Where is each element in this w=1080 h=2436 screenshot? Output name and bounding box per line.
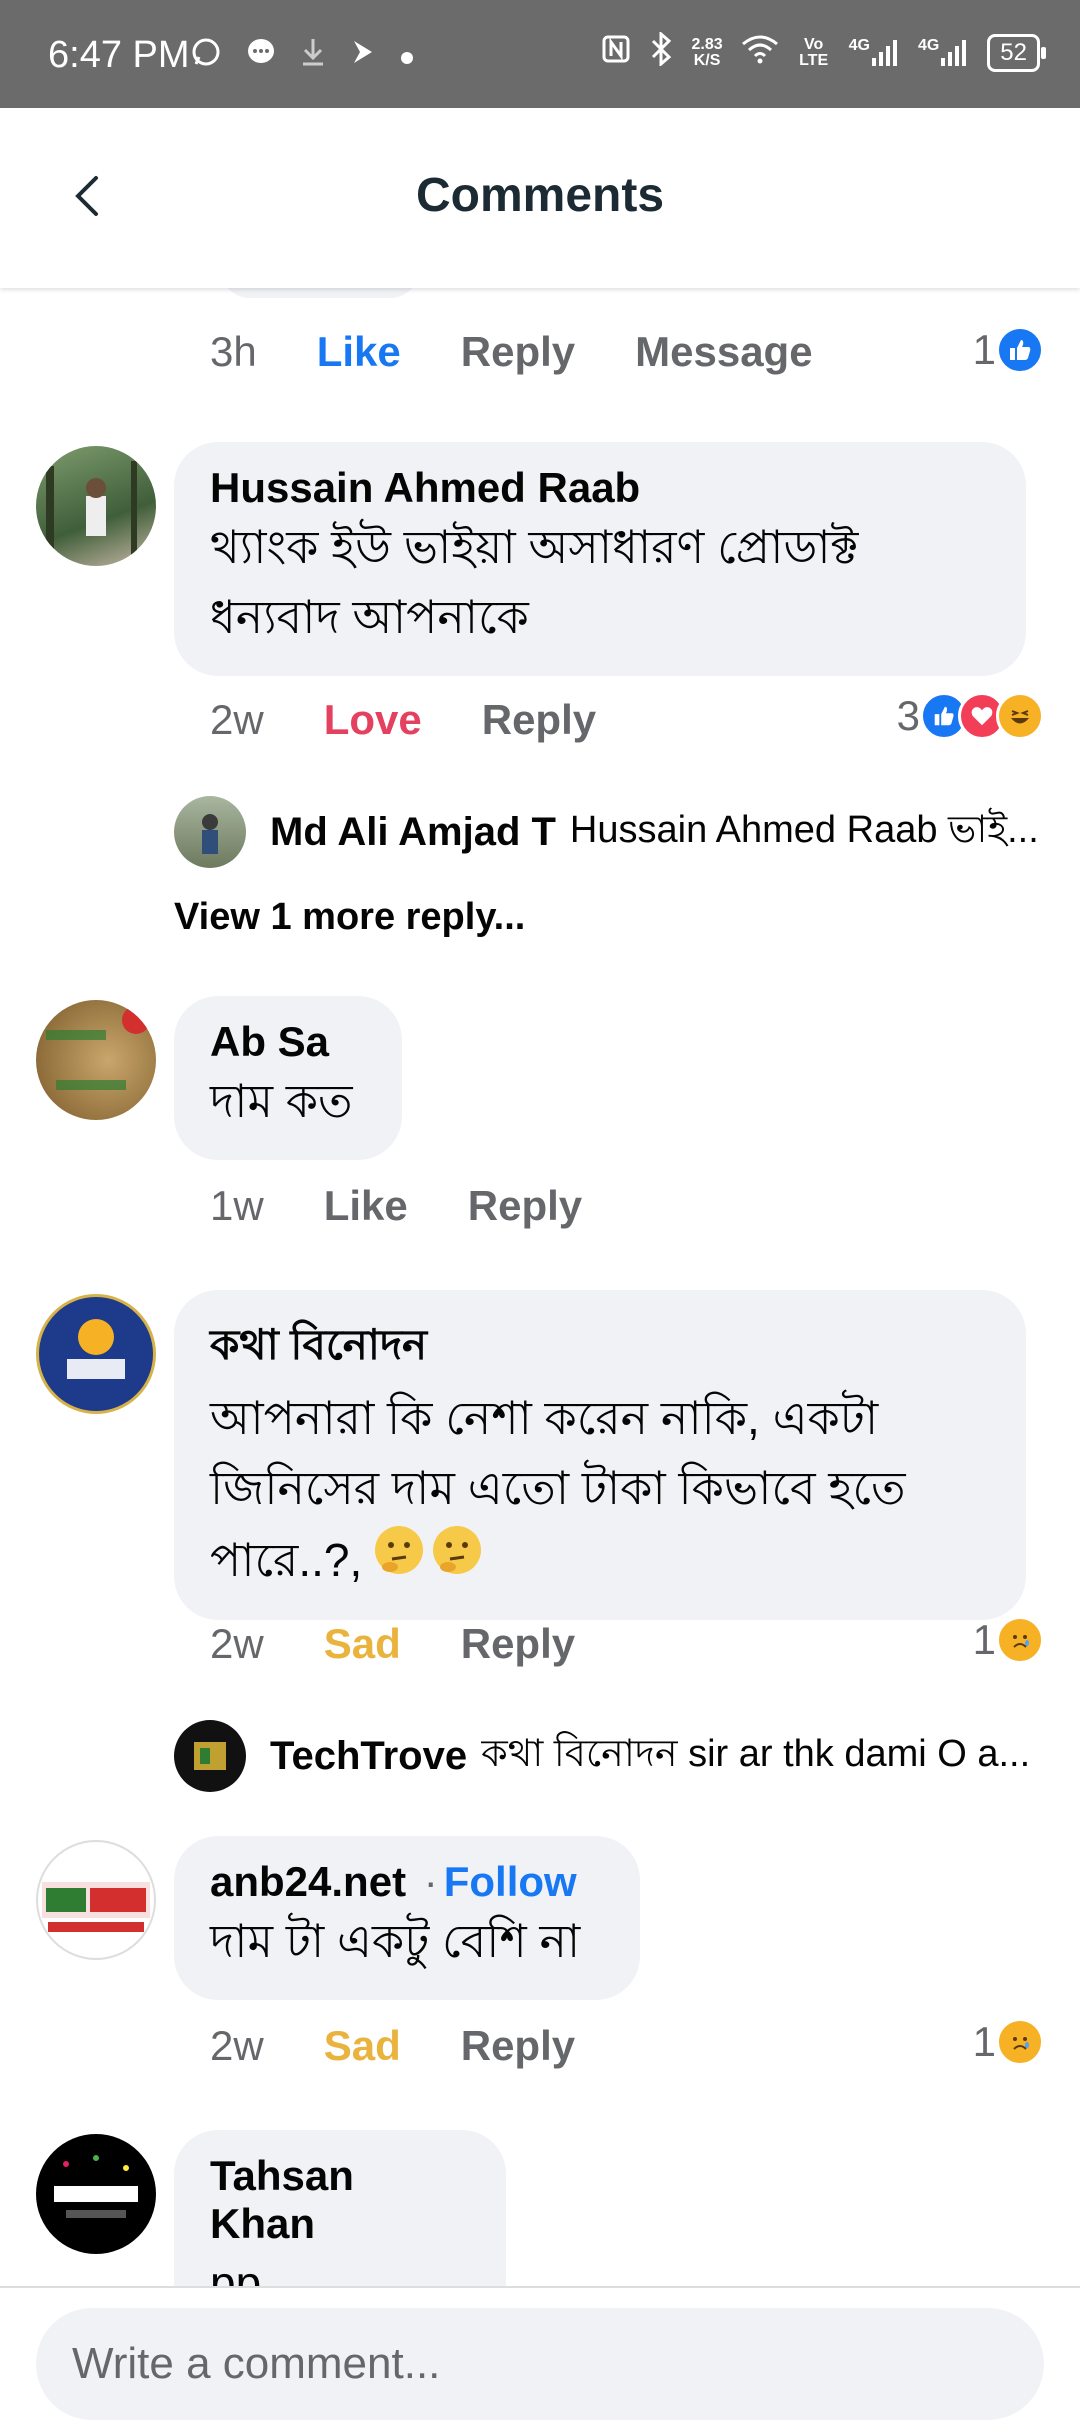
bluetooth-icon bbox=[649, 30, 673, 73]
like-reaction-icon bbox=[996, 326, 1044, 374]
status-bar: 6:47 PM 2.83 K/S Vo LTE 4G 4G 52 bbox=[0, 0, 1080, 108]
comment-bubble[interactable]: Ab Sa দাম কত bbox=[174, 996, 402, 1160]
separator-dot: · bbox=[423, 1858, 438, 1905]
avatar[interactable] bbox=[36, 1294, 156, 1414]
reaction-count[interactable]: 1 bbox=[973, 326, 1044, 374]
comment-bubble[interactable]: anb24.net · Follow দাম টা একটু বেশি না bbox=[174, 1836, 640, 2000]
comment-author[interactable]: anb24.net bbox=[210, 1858, 406, 1905]
comments-list[interactable]: 3h Like Reply Message 1 Hussain Ahmed Ra… bbox=[0, 288, 1080, 2286]
comment-text: জিনিসের দাম এতো টাকা কিভাবে হতে bbox=[210, 1462, 906, 1514]
reaction-count[interactable]: 1 bbox=[973, 1616, 1044, 1664]
dot-icon bbox=[400, 39, 414, 73]
volte-label: Vo LTE bbox=[799, 35, 829, 69]
comment-time: 1w bbox=[210, 1182, 264, 1229]
battery-indicator: 52 bbox=[987, 33, 1046, 72]
reply-author[interactable]: Md Ali Amjad T bbox=[270, 810, 556, 855]
comment-bubble[interactable]: কথা বিনোদন আপনারা কি নেশা করেন নাকি, একট… bbox=[174, 1290, 1026, 1620]
signal-icon-2: 4G bbox=[918, 37, 969, 68]
avatar[interactable] bbox=[36, 446, 156, 566]
reply-button[interactable]: Reply bbox=[461, 2022, 575, 2070]
comment-bubble[interactable]: Tahsan Khan pp bbox=[174, 2130, 506, 2286]
sad-button[interactable]: Sad bbox=[324, 2022, 401, 2070]
page-title: Comments bbox=[415, 169, 665, 222]
comment-composer[interactable] bbox=[36, 2308, 1044, 2420]
like-button[interactable]: Like bbox=[324, 1182, 408, 1230]
avatar[interactable] bbox=[174, 1720, 246, 1792]
comment-actions: 2w Sad Reply bbox=[210, 2022, 635, 2070]
reply-button[interactable]: Reply bbox=[468, 1182, 582, 1230]
comment-composer-bar bbox=[0, 2286, 1080, 2436]
comments-header: Comments bbox=[0, 108, 1080, 288]
notification-icons bbox=[190, 36, 414, 76]
comment-time: 2w bbox=[210, 2022, 264, 2069]
message-button[interactable]: Message bbox=[635, 328, 812, 376]
comment-text: ধন্যবাদ আপনাকে bbox=[210, 591, 529, 643]
reply-preview[interactable]: TechTrove কথা বিনোদন sir ar thk dami O a… bbox=[174, 1720, 1030, 1792]
thinking-face-icon bbox=[430, 1523, 484, 1596]
arrow-icon bbox=[350, 37, 376, 75]
previous-comment-bubble bbox=[220, 288, 420, 298]
download-icon bbox=[300, 37, 326, 75]
comment-text-last-line: পারে..?, bbox=[210, 1523, 990, 1596]
comment-text: pp bbox=[210, 2257, 262, 2286]
view-more-replies-link[interactable]: View 1 more reply... bbox=[174, 896, 525, 939]
comment-text: থ্যাংক ইউ ভাইয়া অসাধারণ প্রোডাক্ট bbox=[210, 521, 859, 573]
reply-button[interactable]: Reply bbox=[461, 1620, 575, 1668]
comment-actions: 2w Sad Reply bbox=[210, 1620, 635, 1668]
comment-bubble[interactable]: Hussain Ahmed Raab থ্যাংক ইউ ভাইয়া অসাধ… bbox=[174, 442, 1026, 676]
signal-icon-1: 4G bbox=[849, 37, 900, 68]
reply-author[interactable]: TechTrove bbox=[270, 1734, 467, 1779]
comment-author[interactable]: Hussain Ahmed Raab bbox=[210, 464, 990, 512]
reaction-count[interactable]: 1 bbox=[973, 2018, 1044, 2066]
like-button[interactable]: Like bbox=[317, 328, 401, 376]
comment-author[interactable]: Tahsan Khan bbox=[210, 2152, 470, 2248]
haha-reaction-icon bbox=[996, 692, 1044, 740]
comment-author[interactable]: Ab Sa bbox=[210, 1018, 366, 1066]
avatar[interactable] bbox=[36, 1000, 156, 1120]
sad-reaction-icon bbox=[996, 1616, 1044, 1664]
comment-text: আপনারা কি নেশা করেন নাকি, একটা bbox=[210, 1392, 879, 1444]
comment-input[interactable] bbox=[72, 2339, 1008, 2389]
sad-reaction-icon bbox=[996, 2018, 1044, 2066]
sad-button[interactable]: Sad bbox=[324, 1620, 401, 1668]
comment-time: 2w bbox=[210, 1620, 264, 1667]
reply-button[interactable]: Reply bbox=[461, 328, 575, 376]
comment-time: 3h bbox=[210, 328, 257, 375]
comment-time: 2w bbox=[210, 696, 264, 743]
nfc-icon bbox=[601, 34, 631, 71]
comment-author[interactable]: কথা বিনোদন bbox=[210, 1312, 990, 1383]
comment-text: দাম টা একটু বেশি না bbox=[210, 1915, 581, 1967]
net-speed: 2.83 K/S bbox=[691, 35, 723, 69]
comment-text: দাম কত bbox=[210, 1075, 353, 1127]
whatsapp-icon bbox=[190, 36, 222, 76]
messenger-icon bbox=[246, 37, 276, 75]
comment-actions: 1w Like Reply bbox=[210, 1182, 642, 1230]
reply-text: কথা বিনোদন sir ar thk dami O a... bbox=[481, 1733, 1031, 1775]
avatar[interactable] bbox=[36, 2134, 156, 2254]
thinking-face-icon bbox=[372, 1523, 426, 1596]
reaction-count[interactable]: 3 bbox=[897, 692, 1044, 740]
reply-button[interactable]: Reply bbox=[482, 696, 596, 744]
reply-preview[interactable]: Md Ali Amjad T Hussain Ahmed Raab ভাই... bbox=[174, 796, 1039, 868]
avatar[interactable] bbox=[174, 796, 246, 868]
comment-author-line: anb24.net · Follow bbox=[210, 1858, 604, 1906]
comment-actions: 2w Love Reply bbox=[210, 696, 656, 744]
system-icons: 2.83 K/S Vo LTE 4G 4G 52 bbox=[601, 30, 1046, 73]
love-button[interactable]: Love bbox=[324, 696, 422, 744]
reply-text: Hussain Ahmed Raab ভাই... bbox=[569, 809, 1039, 851]
previous-comment-actions: 3h Like Reply Message bbox=[210, 328, 873, 376]
status-time: 6:47 PM bbox=[48, 34, 190, 76]
avatar[interactable] bbox=[36, 1840, 156, 1960]
wifi-icon bbox=[741, 34, 779, 71]
follow-button[interactable]: Follow bbox=[444, 1858, 577, 1905]
